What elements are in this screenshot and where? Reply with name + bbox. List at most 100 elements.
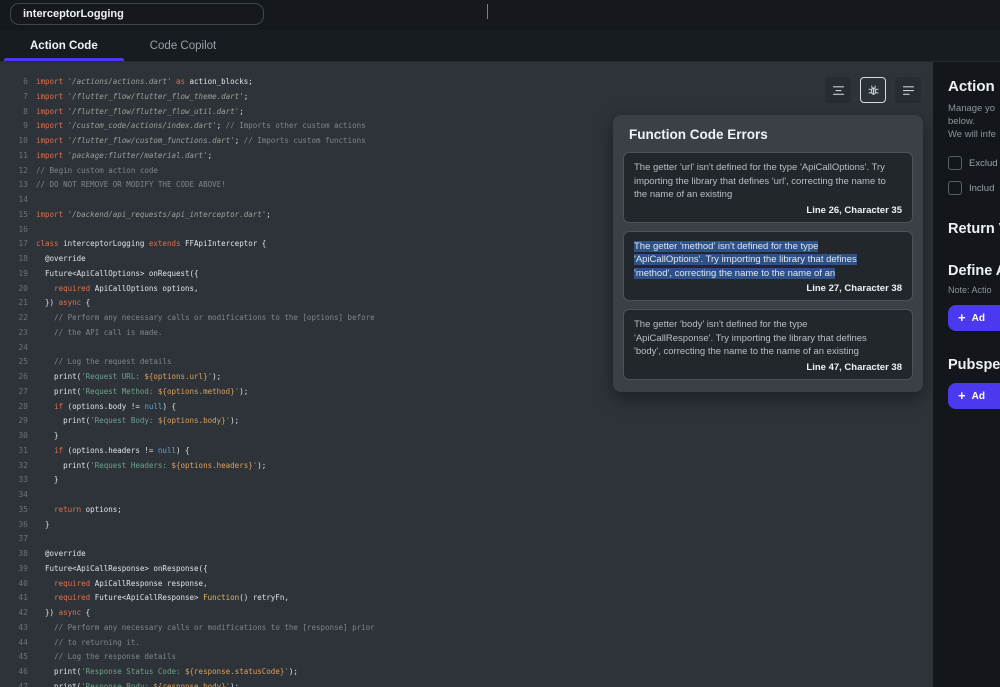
error-message: The getter 'body' isn't defined for the … (634, 318, 888, 359)
description-line: We will infe (948, 128, 1000, 141)
add-dependency-button[interactable]: Ad (948, 383, 1000, 409)
define-arguments-heading: Define A (948, 263, 1000, 279)
action-settings-description: Manage yo below. We will infe (948, 102, 1000, 141)
topbar-divider (487, 4, 488, 19)
line-number: 37 (0, 532, 28, 547)
exclude-checkbox-row[interactable]: Exclud (948, 156, 1000, 170)
add-button-label: Ad (972, 391, 985, 402)
line-number: 44 (0, 636, 28, 651)
define-arguments-note: Note: Actio (948, 285, 1000, 295)
line-number: 28 (0, 400, 28, 415)
line-number: 38 (0, 547, 28, 562)
include-checkbox-row[interactable]: Includ (948, 181, 1000, 195)
checkbox-icon[interactable] (948, 156, 962, 170)
line-number: 13 (0, 178, 28, 193)
topbar (0, 0, 1000, 30)
error-list: The getter 'url' isn't defined for the t… (623, 152, 913, 380)
error-message: The getter 'method' isn't defined for th… (634, 240, 888, 281)
bug-icon (866, 83, 881, 98)
plus-icon (958, 311, 966, 325)
code-line: 42 }) async { (0, 606, 933, 621)
code-line: 29 print('Request Body: ${options.body}'… (0, 414, 933, 429)
line-number: 8 (0, 105, 28, 120)
error-location: Line 47, Character 38 (634, 362, 902, 373)
content: 6import '/actions/actions.dart' as actio… (0, 62, 1000, 687)
editor-toolbar (825, 77, 921, 103)
line-number: 11 (0, 149, 28, 164)
error-location: Line 27, Character 38 (634, 283, 902, 294)
check-errors-button[interactable] (860, 77, 886, 103)
active-tab-indicator (4, 58, 124, 61)
error-card[interactable]: The getter 'url' isn't defined for the t… (623, 152, 913, 223)
line-number: 15 (0, 208, 28, 223)
tab-bar: Action Code Code Copilot (0, 30, 1000, 62)
line-number: 12 (0, 164, 28, 179)
code-line: 38 @override (0, 547, 933, 562)
line-number: 31 (0, 444, 28, 459)
code-line: 32 print('Request Headers: ${options.hea… (0, 459, 933, 474)
tab-label: Code Copilot (150, 40, 216, 52)
code-line: 37 (0, 532, 933, 547)
line-number: 30 (0, 429, 28, 444)
error-location: Line 26, Character 35 (634, 205, 902, 216)
error-card[interactable]: The getter 'method' isn't defined for th… (623, 231, 913, 302)
function-code-errors-panel: Function Code Errors The getter 'url' is… (613, 115, 923, 392)
code-line: 34 (0, 488, 933, 503)
line-number: 16 (0, 223, 28, 238)
error-list-button[interactable] (895, 77, 921, 103)
tab-code-copilot[interactable]: Code Copilot (124, 30, 242, 61)
line-number: 41 (0, 591, 28, 606)
code-editor[interactable]: 6import '/actions/actions.dart' as actio… (0, 62, 933, 687)
line-number: 25 (0, 355, 28, 370)
checkbox-icon[interactable] (948, 181, 962, 195)
line-number: 42 (0, 606, 28, 621)
line-number: 19 (0, 267, 28, 282)
code-line: 45 // Log the response details (0, 650, 933, 665)
description-line: below. (948, 115, 1000, 128)
return-value-heading: Return V (948, 221, 1000, 237)
line-number: 36 (0, 518, 28, 533)
pubspec-heading: Pubspe (948, 357, 1000, 373)
add-button-label: Ad (972, 313, 985, 324)
line-number: 18 (0, 252, 28, 267)
code-line: 6import '/actions/actions.dart' as actio… (0, 75, 933, 90)
description-line: Manage yo (948, 102, 1000, 115)
line-number: 43 (0, 621, 28, 636)
code-line: 30 } (0, 429, 933, 444)
line-number: 35 (0, 503, 28, 518)
line-number: 9 (0, 119, 28, 134)
code-line: 41 required Future<ApiCallResponse> Func… (0, 591, 933, 606)
line-number: 14 (0, 193, 28, 208)
code-line: 44 // to returning it. (0, 636, 933, 651)
flutterflow-custom-action-editor: Action Code Code Copilot 6import '/actio… (0, 0, 1000, 687)
line-number: 21 (0, 296, 28, 311)
align-center-icon (831, 83, 846, 98)
error-panel-title: Function Code Errors (623, 127, 913, 142)
line-number: 7 (0, 90, 28, 105)
line-number: 26 (0, 370, 28, 385)
code-line: 46 print('Response Status Code: ${respon… (0, 665, 933, 680)
action-settings-heading: Action (948, 78, 1000, 95)
settings-sidebar: Action Manage yo below. We will infe Exc… (933, 62, 1000, 687)
line-number: 33 (0, 473, 28, 488)
line-number: 29 (0, 414, 28, 429)
code-line: 33 } (0, 473, 933, 488)
tab-label: Action Code (30, 40, 98, 52)
line-number: 17 (0, 237, 28, 252)
error-message: The getter 'url' isn't defined for the t… (634, 161, 888, 202)
line-number: 10 (0, 134, 28, 149)
line-number: 40 (0, 577, 28, 592)
line-number: 24 (0, 341, 28, 356)
line-number: 27 (0, 385, 28, 400)
tab-action-code[interactable]: Action Code (4, 30, 124, 61)
line-number: 46 (0, 665, 28, 680)
code-line: 7import '/flutter_flow/flutter_flow_them… (0, 90, 933, 105)
action-name-input[interactable] (10, 3, 264, 25)
checkbox-label: Includ (969, 183, 994, 194)
add-argument-button[interactable]: Ad (948, 305, 1000, 331)
error-card[interactable]: The getter 'body' isn't defined for the … (623, 309, 913, 380)
code-line: 43 // Perform any necessary calls or mod… (0, 621, 933, 636)
code-line: 39 Future<ApiCallResponse> onResponse({ (0, 562, 933, 577)
line-number: 47 (0, 680, 28, 687)
format-code-button[interactable] (825, 77, 851, 103)
